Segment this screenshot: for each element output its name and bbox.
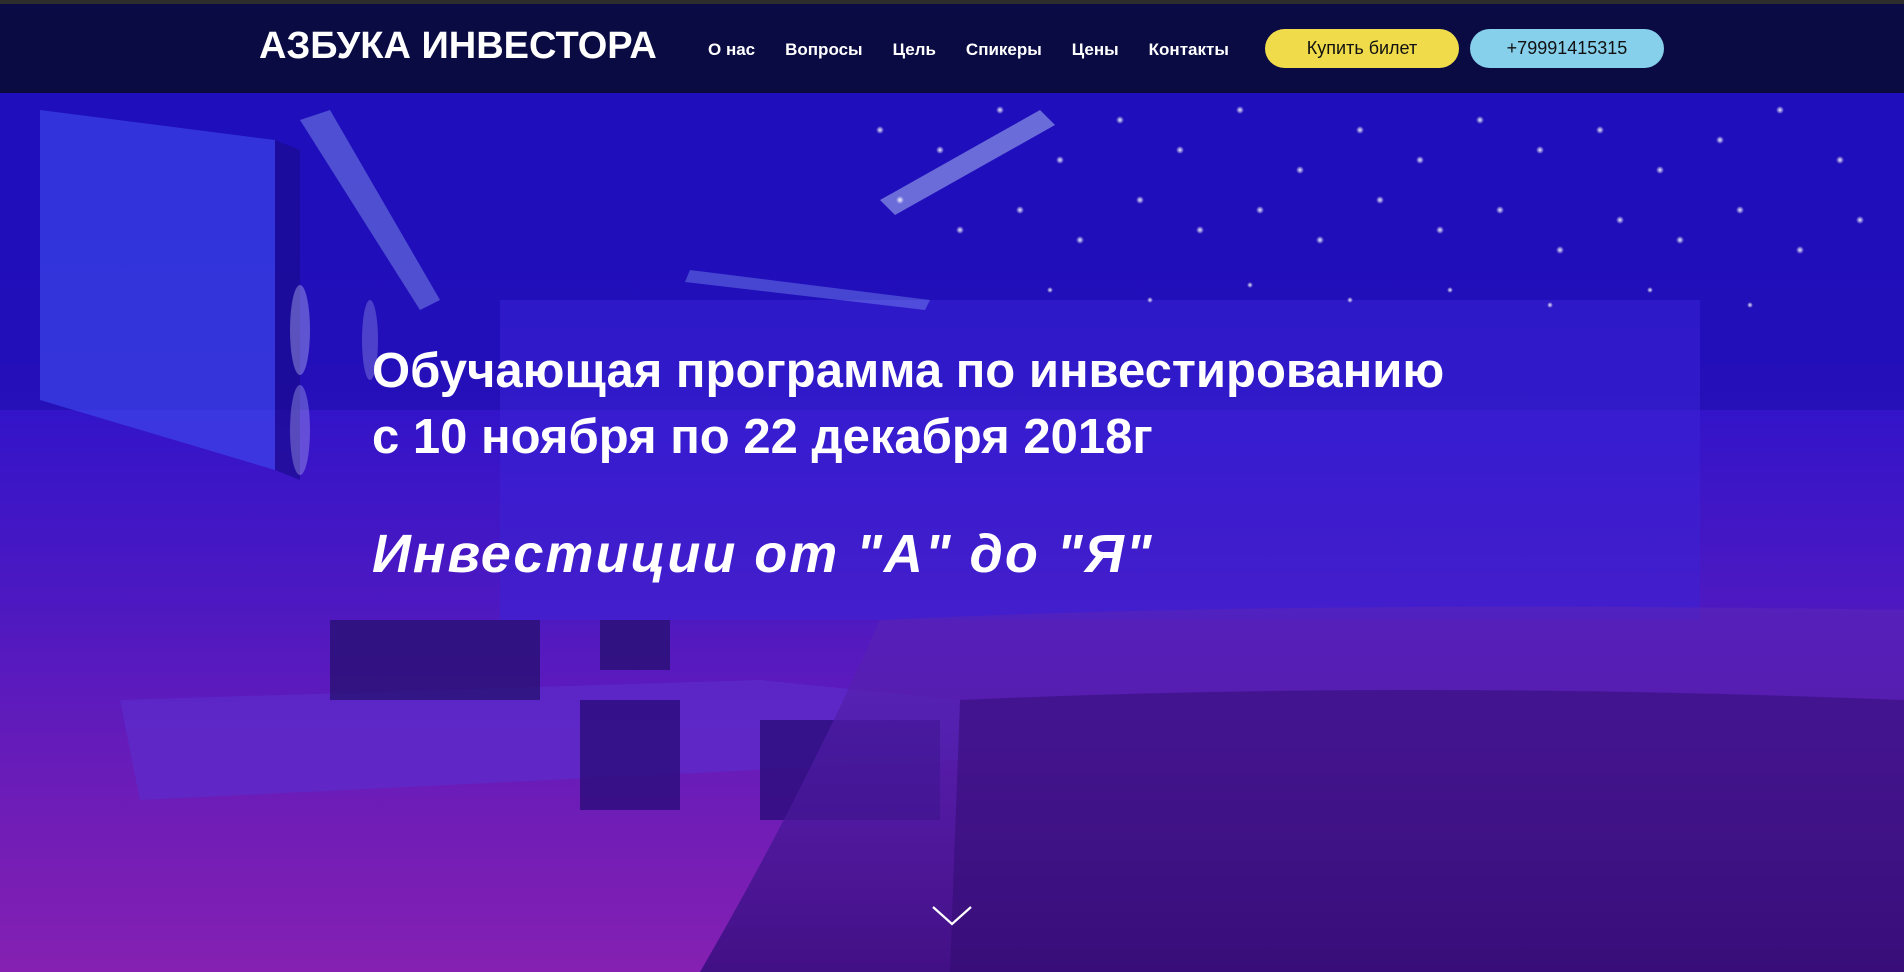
hero-subtitle: Инвестиции от "А" до "Я" xyxy=(372,524,1154,584)
nav-item-questions[interactable]: Вопросы xyxy=(785,40,862,60)
buy-ticket-button[interactable]: Купить билет xyxy=(1265,29,1459,68)
nav-item-goal[interactable]: Цель xyxy=(893,40,936,60)
top-navbar: АЗБУКА ИНВЕСТОРА О нас Вопросы Цель Спик… xyxy=(0,4,1904,93)
phone-button[interactable]: +79991415315 xyxy=(1470,29,1664,68)
site-logo[interactable]: АЗБУКА ИНВЕСТОРА xyxy=(259,25,657,68)
nav-item-about[interactable]: О нас xyxy=(708,40,755,60)
nav-item-contacts[interactable]: Контакты xyxy=(1149,40,1229,60)
hero-title-line-1: Обучающая программа по инвестированию xyxy=(372,344,1445,398)
conference-hall-illustration xyxy=(0,90,1904,972)
landing-page: АЗБУКА ИНВЕСТОРА О нас Вопросы Цель Спик… xyxy=(0,0,1904,972)
browser-top-strip xyxy=(0,0,1904,4)
hero-title-line-2: с 10 ноября по 22 декабря 2018г xyxy=(372,410,1153,464)
chevron-down-icon[interactable] xyxy=(931,904,973,928)
nav-item-speakers[interactable]: Спикеры xyxy=(966,40,1042,60)
nav-item-prices[interactable]: Цены xyxy=(1072,40,1119,60)
hero-background-image xyxy=(0,0,1904,972)
main-nav: О нас Вопросы Цель Спикеры Цены Контакты xyxy=(708,40,1259,60)
hero-title: Обучающая программа по инвестированию с … xyxy=(372,338,1444,470)
